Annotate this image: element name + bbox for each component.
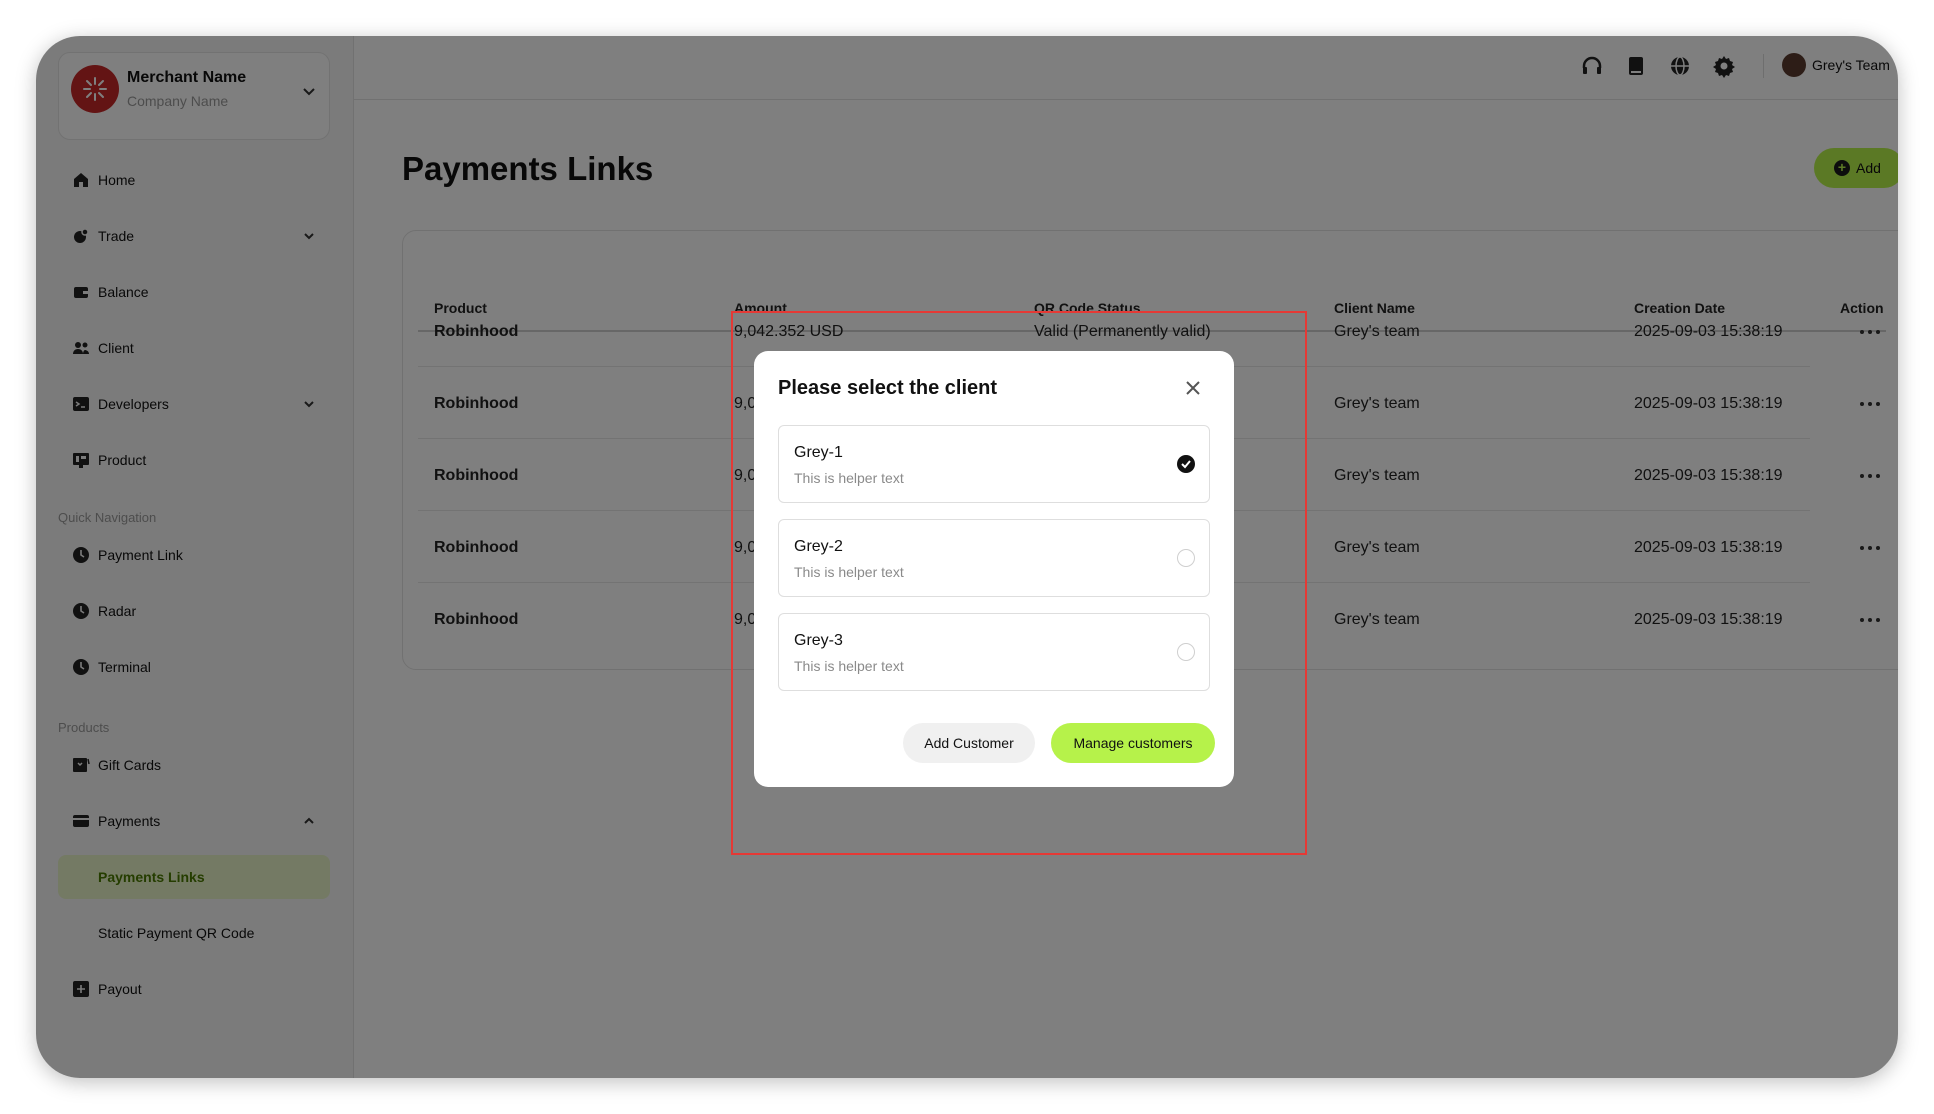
- option-helper-text: This is helper text: [794, 470, 904, 486]
- select-client-dialog: Please select the client Grey-1 This is …: [754, 351, 1234, 787]
- option-name: Grey-1: [794, 444, 843, 461]
- add-customer-button[interactable]: Add Customer: [903, 723, 1035, 763]
- radio-icon[interactable]: [1177, 643, 1195, 661]
- checked-radio-icon[interactable]: [1177, 455, 1195, 473]
- radio-icon[interactable]: [1177, 549, 1195, 567]
- app: Merchant Name Company Name Home Trade Ba…: [36, 36, 1898, 1078]
- app-window: Merchant Name Company Name Home Trade Ba…: [36, 36, 1898, 1078]
- client-option-grey-3[interactable]: Grey-3 This is helper text: [778, 613, 1210, 691]
- option-helper-text: This is helper text: [794, 564, 904, 580]
- client-option-grey-1[interactable]: Grey-1 This is helper text: [778, 425, 1210, 503]
- option-name: Grey-3: [794, 632, 843, 649]
- option-helper-text: This is helper text: [794, 658, 904, 674]
- client-option-grey-2[interactable]: Grey-2 This is helper text: [778, 519, 1210, 597]
- close-icon[interactable]: [1184, 379, 1202, 397]
- manage-customers-button[interactable]: Manage customers: [1051, 723, 1215, 763]
- option-name: Grey-2: [794, 538, 843, 555]
- dialog-title: Please select the client: [778, 377, 998, 399]
